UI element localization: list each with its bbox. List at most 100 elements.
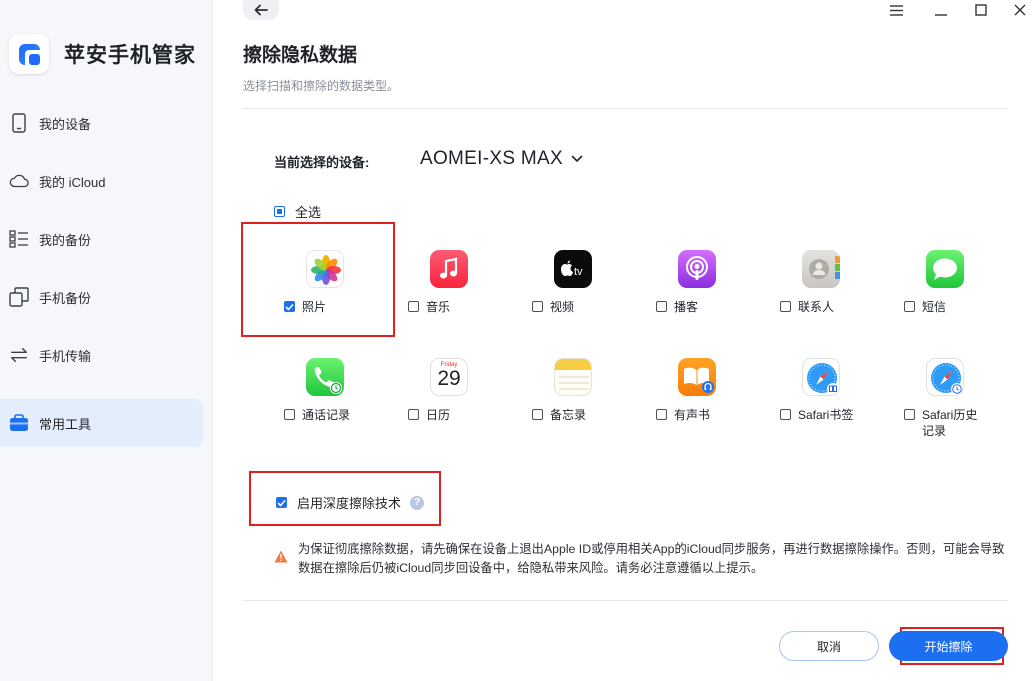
help-icon[interactable]: ? xyxy=(410,495,425,510)
menu-button[interactable] xyxy=(883,0,909,20)
notes-checkbox[interactable] xyxy=(532,409,543,420)
call-history-checkbox[interactable] xyxy=(284,409,295,420)
sidebar-item-phone-backup[interactable]: 手机备份 xyxy=(0,273,203,321)
category-notes[interactable]: 备忘录 xyxy=(490,358,614,443)
category-call-history[interactable]: 通话记录 xyxy=(242,358,366,443)
safari-history-icon xyxy=(926,358,964,396)
category-label: 音乐 xyxy=(426,300,451,314)
category-calendar[interactable]: Friday 29 日历 xyxy=(366,358,490,443)
category-podcasts[interactable]: 播客 xyxy=(614,250,738,320)
calendar-day: 29 xyxy=(437,367,461,390)
sidebar-item-my-icloud[interactable]: 我的 iCloud xyxy=(0,157,203,205)
footer-divider xyxy=(243,600,1008,601)
contacts-checkbox[interactable] xyxy=(780,301,791,312)
transfer-icon xyxy=(9,345,29,365)
category-safari-bookmarks[interactable]: Safari书签 xyxy=(738,358,862,443)
warning-message: 为保证彻底擦除数据，请先确保在设备上退出Apple ID或停用相关App的iCl… xyxy=(274,540,1014,578)
messages-icon xyxy=(926,250,964,288)
select-all[interactable]: 全选 xyxy=(274,202,321,221)
device-dropdown[interactable]: AOMEI-XS MAX xyxy=(420,148,583,170)
select-all-checkbox[interactable] xyxy=(274,206,285,217)
video-checkbox[interactable] xyxy=(532,301,543,312)
deep-erase-option[interactable]: 启用深度擦除技术 ? xyxy=(276,493,425,512)
photos-checkbox[interactable] xyxy=(284,301,295,312)
cloud-icon xyxy=(9,171,29,191)
sidebar-item-common-tools[interactable]: 常用工具 xyxy=(0,399,203,447)
minimize-button[interactable] xyxy=(928,0,954,20)
start-erase-button[interactable]: 开始擦除 xyxy=(889,631,1008,661)
maximize-icon xyxy=(975,4,987,16)
category-safari-history[interactable]: Safari历史记录 xyxy=(862,358,986,443)
hamburger-menu-icon xyxy=(889,4,903,16)
cancel-button[interactable]: 取消 xyxy=(779,631,879,661)
category-label: 日历 xyxy=(426,408,451,422)
close-icon xyxy=(1014,4,1026,16)
podcasts-checkbox[interactable] xyxy=(656,301,667,312)
category-label: Safari历史记录 xyxy=(922,408,978,438)
category-label: 备忘录 xyxy=(550,408,587,422)
category-label: 照片 xyxy=(302,300,327,314)
toolbox-icon xyxy=(9,413,29,433)
chevron-down-icon xyxy=(571,155,583,163)
select-all-label: 全选 xyxy=(295,205,322,220)
sidebar: 苹安手机管家 我的设备 我的 iCloud 我的备份 手机备份 手机传输 常用工… xyxy=(0,0,213,681)
apple-tv-icon: tv xyxy=(554,250,592,288)
photos-icon xyxy=(306,250,344,288)
audiobooks-checkbox[interactable] xyxy=(656,409,667,420)
sidebar-item-label: 常用工具 xyxy=(39,416,92,432)
messages-checkbox[interactable] xyxy=(904,301,915,312)
arrow-left-icon xyxy=(254,4,268,16)
svg-text:tv: tv xyxy=(574,266,583,278)
safari-bookmarks-checkbox[interactable] xyxy=(780,409,791,420)
app-name: 苹安手机管家 xyxy=(64,44,196,67)
check-icon xyxy=(285,303,294,311)
phone-icon xyxy=(9,113,29,133)
sidebar-item-my-backup[interactable]: 我的备份 xyxy=(0,215,203,263)
phone-call-icon xyxy=(306,358,344,396)
category-label: 短信 xyxy=(922,300,947,314)
safari-bookmark-icon xyxy=(802,358,840,396)
category-label: Safari书签 xyxy=(798,408,854,422)
deep-erase-checkbox[interactable] xyxy=(276,497,287,508)
check-icon xyxy=(277,499,286,507)
sidebar-item-label: 手机备份 xyxy=(39,290,92,306)
audiobooks-icon xyxy=(678,358,716,396)
copy-icon xyxy=(9,287,29,307)
back-button[interactable] xyxy=(243,0,279,20)
podcasts-icon xyxy=(678,250,716,288)
deep-erase-label: 启用深度擦除技术 xyxy=(297,496,402,511)
brand: 苹安手机管家 xyxy=(9,34,196,74)
safari-history-checkbox[interactable] xyxy=(904,409,915,420)
category-label: 联系人 xyxy=(798,300,835,314)
category-label: 通话记录 xyxy=(302,408,351,422)
contacts-icon xyxy=(802,250,840,288)
music-icon xyxy=(430,250,468,288)
maximize-button[interactable] xyxy=(968,0,994,20)
backup-list-icon xyxy=(9,229,29,249)
calendar-checkbox[interactable] xyxy=(408,409,419,420)
music-checkbox[interactable] xyxy=(408,301,419,312)
close-button[interactable] xyxy=(1007,0,1033,20)
notes-icon xyxy=(554,358,592,396)
sidebar-item-my-device[interactable]: 我的设备 xyxy=(0,99,203,147)
header-divider xyxy=(243,108,1008,109)
minimize-icon xyxy=(935,14,947,16)
category-messages[interactable]: 短信 xyxy=(862,250,986,320)
sidebar-item-label: 我的备份 xyxy=(39,232,92,248)
calendar-icon: Friday 29 xyxy=(430,358,468,396)
category-video[interactable]: tv 视频 xyxy=(490,250,614,320)
category-label: 播客 xyxy=(674,300,699,314)
sidebar-item-phone-transfer[interactable]: 手机传输 xyxy=(0,331,203,379)
category-label: 有声书 xyxy=(674,408,711,422)
sidebar-item-label: 我的 iCloud xyxy=(39,174,106,190)
category-audiobooks[interactable]: 有声书 xyxy=(614,358,738,443)
app-logo-icon xyxy=(9,34,49,74)
device-label: 当前选择的设备: xyxy=(274,155,370,170)
warning-text: 为保证彻底擦除数据，请先确保在设备上退出Apple ID或停用相关App的iCl… xyxy=(298,542,1005,575)
warning-icon xyxy=(274,550,288,563)
category-contacts[interactable]: 联系人 xyxy=(738,250,862,320)
sidebar-item-label: 手机传输 xyxy=(39,348,92,364)
sidebar-item-label: 我的设备 xyxy=(39,116,92,132)
category-music[interactable]: 音乐 xyxy=(366,250,490,320)
category-photos[interactable]: 照片 xyxy=(242,250,366,320)
